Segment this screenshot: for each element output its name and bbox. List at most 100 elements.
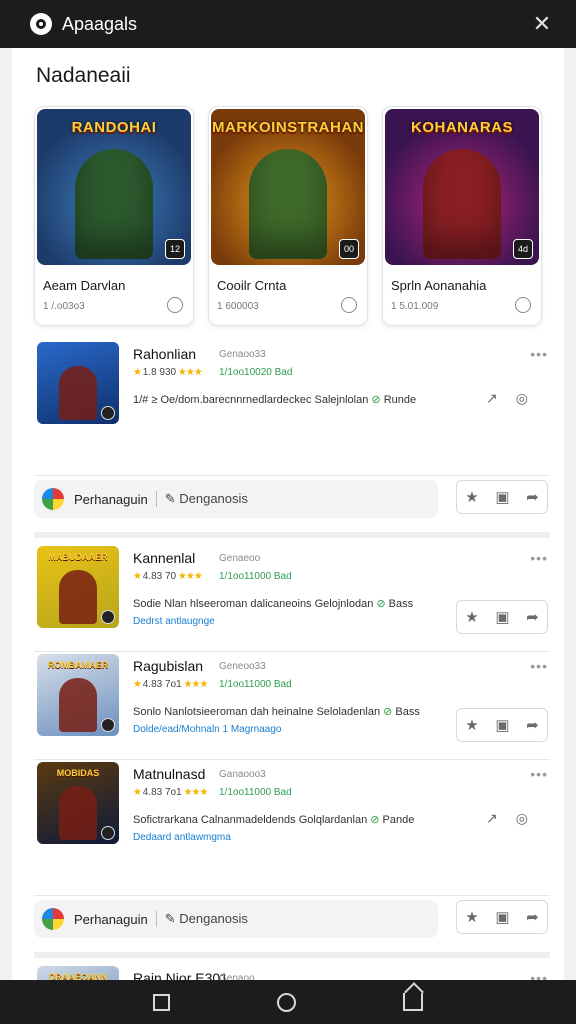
system-nav-bar	[0, 980, 576, 1024]
character-figure	[75, 149, 153, 259]
rating-value: 4.83 70	[142, 571, 177, 582]
ball-icon	[42, 908, 64, 930]
game-row[interactable]: MOBIDAS Matnulnasd Ganaooo3 ★ 4.83 7o1 ★…	[34, 760, 550, 896]
app-logo-icon	[30, 13, 52, 35]
featured-art: RANDOHAI 12	[37, 109, 191, 265]
star-rating-icon: ★★★	[176, 571, 203, 582]
game-name[interactable]: Kannenlal	[133, 550, 195, 566]
more-options-icon[interactable]: •••	[530, 658, 548, 674]
favorite-icon[interactable]: ★	[465, 716, 478, 734]
game-row[interactable]: MABUDAAER Kannenlal Genaeoo ★ 4.83 70 ★★…	[34, 544, 550, 652]
tag-icon: ⊘	[370, 814, 380, 826]
game-publisher: Genaeoo	[219, 553, 261, 564]
action-group: ★ ▣ ➦	[456, 900, 548, 934]
home-icon[interactable]	[276, 992, 296, 1012]
game-description: 1/# ≥ Oe/dom.barecnnrnedlardeckec Salejn…	[133, 393, 416, 406]
share-icon[interactable]: ↗	[486, 390, 498, 407]
share-icon[interactable]: ➦	[526, 716, 539, 734]
info-icon[interactable]	[341, 297, 357, 313]
more-options-icon[interactable]: •••	[530, 346, 548, 362]
recent-apps-icon[interactable]	[153, 993, 171, 1011]
settings-icon[interactable]: ◎	[516, 390, 528, 407]
age-rating-badge: 00	[339, 239, 359, 259]
game-link[interactable]: Dolde/ead/Mohnaln 1 Magrnaago	[133, 724, 281, 735]
game-name[interactable]: Matnulnasd	[133, 766, 205, 782]
sponsored-row[interactable]: Perhanaguin ✎ Denganosis ★ ▣ ➦	[34, 476, 550, 526]
game-downloads: 1/1oo11000 Bad	[219, 787, 292, 798]
sponsored-pill[interactable]: Perhanaguin ✎ Denganosis	[34, 480, 438, 518]
bag-icon[interactable]: ▣	[495, 608, 509, 626]
thumbnail-title: MABUDAAER	[48, 552, 108, 562]
more-options-icon[interactable]: •••	[530, 550, 548, 566]
more-options-icon[interactable]: •••	[530, 970, 548, 980]
share-icon[interactable]: ➦	[526, 908, 539, 926]
game-row[interactable]: Rahonlian Genaoo33 ★ 1.8 930 ★★★ 1/1oo10…	[34, 340, 550, 476]
app-title: Apaagals	[62, 13, 138, 34]
featured-name: Sprln Aonanahia	[391, 278, 487, 293]
featured-card[interactable]: RANDOHAI 12 Aeam Darvlan 1 /.o03o3	[34, 106, 194, 326]
inline-actions: ↗ ◎	[486, 390, 528, 407]
game-thumbnail[interactable]: DRAAEOANN	[37, 966, 119, 980]
featured-carousel: RANDOHAI 12 Aeam Darvlan 1 /.o03o3 MARKO…	[34, 106, 546, 326]
game-genre: Runde	[383, 394, 417, 406]
game-thumbnail[interactable]: MOBIDAS	[37, 762, 119, 844]
action-group: ★ ▣ ➦	[456, 480, 548, 514]
game-row[interactable]: DRAAEOANN Rain Nior E301 Genaoo ★ 4.83 7…	[34, 964, 550, 980]
back-icon[interactable]	[402, 993, 423, 1011]
info-icon[interactable]	[167, 297, 183, 313]
sponsored-name: Perhanaguin	[74, 491, 148, 507]
game-rating: ★ 4.83 7o1 ★★★	[133, 787, 208, 798]
age-rating-badge	[101, 406, 115, 420]
sponsored-row[interactable]: Perhanaguin ✎ Denganosis ★ ▣ ➦	[34, 896, 550, 946]
game-thumbnail[interactable]: MABUDAAER	[37, 546, 119, 628]
info-icon[interactable]	[515, 297, 531, 313]
description-text: 1/# ≥ Oe/dom.barecnnrnedlardeckec Salejn…	[133, 394, 369, 406]
game-link[interactable]: Dedaard antlawmgma	[133, 832, 231, 843]
share-icon[interactable]: ➦	[526, 608, 539, 626]
star-rating-icon: ★	[133, 787, 143, 798]
rating-value: 4.83 7o1	[142, 679, 182, 690]
section-title: Nadaneaii	[36, 64, 131, 87]
bag-icon[interactable]: ▣	[495, 716, 509, 734]
share-icon[interactable]: ➦	[526, 488, 539, 506]
featured-art: KOHANARAS 4d	[385, 109, 539, 265]
game-thumbnail[interactable]	[37, 342, 119, 424]
sponsored-pill[interactable]: Perhanaguin ✎ Denganosis	[34, 900, 438, 938]
sponsored-tag: ✎ Denganosis	[164, 911, 248, 926]
bag-icon[interactable]: ▣	[495, 908, 509, 926]
sponsored-tag-text: Denganosis	[179, 491, 248, 506]
star-rating-icon: ★	[133, 679, 143, 690]
age-rating-badge: 12	[165, 239, 185, 259]
share-icon[interactable]: ↗	[486, 810, 498, 827]
game-name[interactable]: Ragubislan	[133, 658, 203, 674]
game-thumbnail[interactable]: ROMBAMAER	[37, 654, 119, 736]
game-genre: Bass	[395, 706, 420, 718]
separator	[155, 911, 157, 927]
game-publisher: Genaoo33	[219, 349, 266, 360]
close-icon[interactable]: ✕	[530, 11, 554, 37]
thumbnail-title: ROMBAMAER	[47, 660, 109, 670]
character-figure	[59, 678, 97, 732]
thumbnail-title: MOBIDAS	[56, 768, 100, 778]
game-genre: Bass	[388, 598, 414, 610]
inline-actions: ↗ ◎	[486, 810, 528, 827]
rating-value: 1.8 930	[142, 367, 177, 378]
featured-card[interactable]: KOHANARAS 4d Sprln Aonanahia 1 5.01.009	[382, 106, 542, 326]
featured-card[interactable]: MARKOINSTRAHAN 00 Cooilr Crnta 1 600003	[208, 106, 368, 326]
game-rating: ★ 4.83 7o1 ★★★	[133, 679, 208, 690]
settings-icon[interactable]: ◎	[516, 810, 528, 827]
game-publisher: Genaoo	[219, 973, 255, 980]
game-name[interactable]: Rain Nior E301	[133, 970, 228, 980]
game-name[interactable]: Rahonlian	[133, 346, 196, 362]
game-downloads: 1/1oo11000 Bad	[219, 571, 292, 582]
favorite-icon[interactable]: ★	[465, 608, 478, 626]
bag-icon[interactable]: ▣	[495, 488, 509, 506]
featured-name: Aeam Darvlan	[43, 278, 126, 293]
game-link[interactable]: Dedrst antlaugnge	[133, 616, 215, 627]
character-figure	[59, 570, 97, 624]
favorite-icon[interactable]: ★	[465, 908, 478, 926]
featured-art: MARKOINSTRAHAN 00	[211, 109, 365, 265]
favorite-icon[interactable]: ★	[465, 488, 478, 506]
game-row[interactable]: ROMBAMAER Ragubislan Geneoo33 ★ 4.83 7o1…	[34, 652, 550, 760]
more-options-icon[interactable]: •••	[530, 766, 548, 782]
